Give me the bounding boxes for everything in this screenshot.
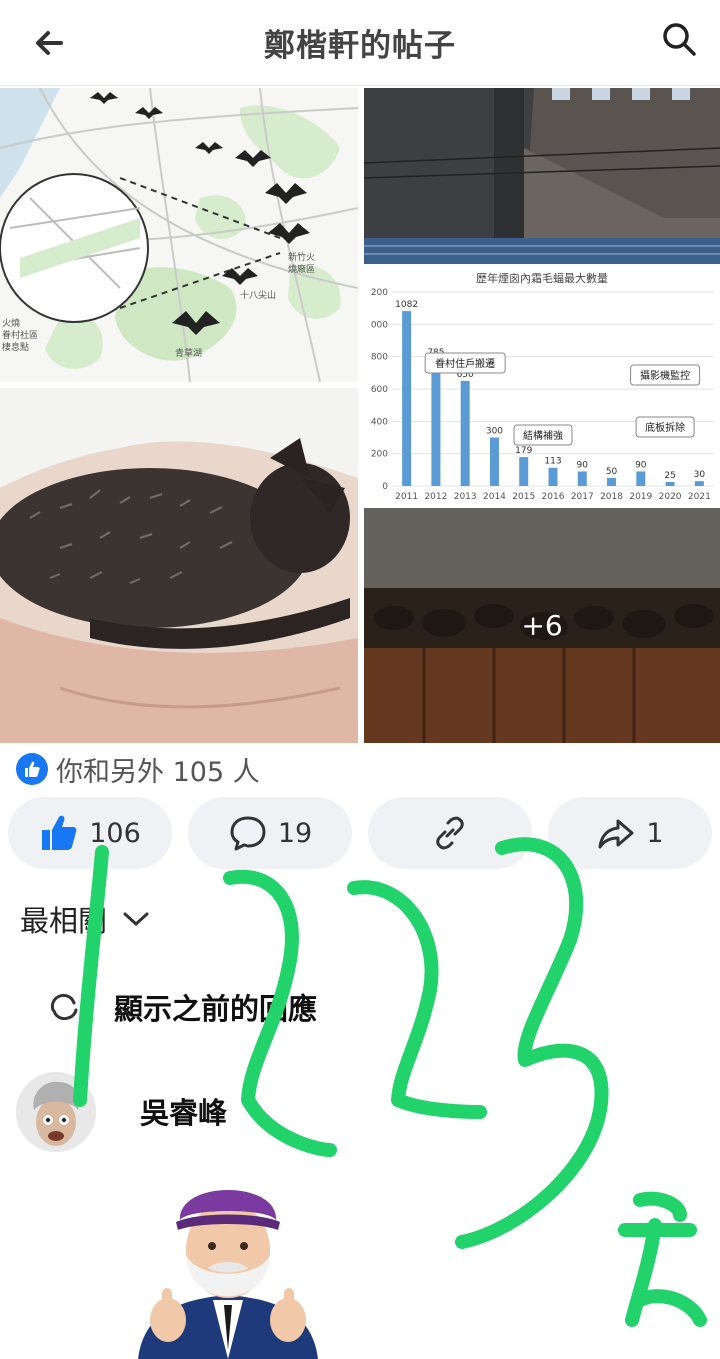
search-button[interactable]	[656, 16, 702, 62]
chart-xtick-label: 2016	[542, 492, 565, 502]
photo-bar-chart[interactable]: 歷年煙囪內霜毛蝠最大數量 0 200 400 600 800 000 200 1082 2011…	[364, 266, 720, 504]
chevron-down-icon	[123, 912, 149, 926]
more-photos-overlay[interactable]: +6	[364, 508, 720, 743]
chimney-picture	[364, 88, 720, 264]
chart-annotation: 攝影機監控	[640, 369, 690, 382]
thumbs-up-icon	[42, 815, 77, 850]
map-label-5: 火燒	[2, 317, 20, 329]
chart-xtick-label: 2011	[395, 492, 418, 502]
map-label-4: 青草湖	[175, 347, 202, 359]
chart-xtick-label: 2021	[688, 492, 711, 502]
comment-bubble-icon	[230, 816, 266, 851]
chart-ytick-label: 800	[371, 353, 388, 363]
chart-bar	[519, 457, 529, 486]
chart-xtick-label: 2019	[629, 492, 652, 502]
comment-item: 吳睿峰	[16, 1072, 706, 1162]
chart-xtick-label: 2018	[600, 492, 623, 502]
chart-xtick-label: 2015	[512, 492, 535, 502]
chart-bar	[607, 477, 617, 486]
chart-annotation: 底板拆除	[645, 421, 685, 434]
chart-ytick-label: 200	[371, 288, 388, 298]
map-label-1: 新竹火	[288, 251, 315, 263]
chart-ytick-label: 400	[371, 417, 388, 427]
map-label-6: 眷村社區	[2, 329, 38, 341]
bat-count-chart: 歷年煙囪內霜毛蝠最大數量 0 200 400 600 800 000 200 1082 2011…	[371, 271, 714, 502]
comment-count: 19	[277, 817, 313, 849]
chart-ytick-label: 200	[371, 450, 388, 460]
like-button[interactable]: 106	[8, 797, 172, 869]
like-count: 106	[89, 817, 141, 849]
chart-data-label: 50	[606, 467, 618, 477]
chart-bar	[489, 437, 499, 486]
map-label-3: 十八尖山	[240, 289, 276, 301]
photo-bat-colony[interactable]: +6	[364, 508, 720, 743]
map-illustration: 新竹火 燒廠區 十八尖山 青草湖 火燒 眷村社區 棲息點	[0, 88, 358, 382]
chart-bar	[548, 467, 558, 486]
chart-bar	[694, 481, 704, 486]
map-label-2: 燒廠區	[288, 263, 315, 275]
chart-data-label: 30	[694, 470, 706, 480]
previous-replies-label: 顯示之前的回應	[114, 992, 318, 1026]
chart-bar	[636, 471, 646, 486]
share-button[interactable]: 1	[548, 797, 712, 869]
search-icon	[663, 23, 696, 56]
chart-data-label: 90	[635, 460, 647, 470]
chart-ytick-label: 000	[371, 320, 388, 330]
chart-bar	[665, 481, 675, 486]
chart-data-label: 25	[664, 471, 675, 481]
avatar[interactable]	[16, 1072, 96, 1152]
reply-refresh-icon	[50, 993, 78, 1021]
chart-data-label: 179	[515, 446, 532, 456]
chart-data-label: 300	[486, 427, 503, 437]
page-title: 鄭楷軒的帖子	[264, 28, 456, 64]
map-label-7: 棲息點	[2, 341, 29, 353]
chart-xtick-label: 2017	[571, 492, 594, 502]
thumbs-up-icon	[16, 753, 48, 785]
sort-label: 最相關	[20, 904, 108, 938]
copy-link-button[interactable]	[368, 797, 532, 869]
chart-xtick-label: 2012	[424, 492, 447, 502]
more-photos-count: +6	[521, 609, 563, 642]
comment-author[interactable]: 吳睿峰	[140, 1090, 227, 1132]
photo-chimney[interactable]	[364, 88, 720, 264]
reactions-summary[interactable]: 你和另外 105 人	[16, 752, 260, 788]
photo-bat-in-hand[interactable]	[0, 388, 358, 743]
chart-bar	[460, 380, 470, 486]
reactions-text: 你和另外 105 人	[56, 756, 260, 788]
comment-button[interactable]: 19	[188, 797, 352, 869]
chart-ytick-label: 0	[382, 482, 388, 492]
comment-sort-dropdown[interactable]: 最相關	[20, 898, 151, 940]
chart-annotation: 結構補強	[523, 429, 563, 442]
chart-xtick-label: 2013	[454, 492, 477, 502]
show-previous-replies[interactable]: 顯示之前的回應	[46, 986, 317, 1028]
share-arrow-icon	[598, 819, 634, 849]
bat-picture	[0, 388, 358, 743]
chart-title: 歷年煙囪內霜毛蝠最大數量	[476, 271, 608, 285]
chart-data-label: 90	[577, 460, 589, 470]
avatar-sticker[interactable]	[128, 1160, 328, 1359]
chart-data-label: 113	[544, 457, 561, 467]
chart-data-label: 1082	[395, 300, 418, 310]
link-icon	[436, 816, 464, 850]
photo-map[interactable]: 新竹火 燒廠區 十八尖山 青草湖 火燒 眷村社區 棲息點	[0, 88, 358, 382]
chart-ytick-label: 600	[371, 385, 388, 395]
chart-annotation: 眷村住戶搬遷	[435, 357, 495, 370]
chart-xtick-label: 2020	[659, 492, 682, 502]
chart-xtick-label: 2014	[483, 492, 506, 502]
chart-bar	[431, 359, 441, 486]
app-header: 鄭楷軒的帖子	[0, 0, 720, 86]
chart-bar	[402, 311, 412, 486]
share-count: 1	[646, 817, 664, 849]
chart-bar	[577, 471, 587, 486]
